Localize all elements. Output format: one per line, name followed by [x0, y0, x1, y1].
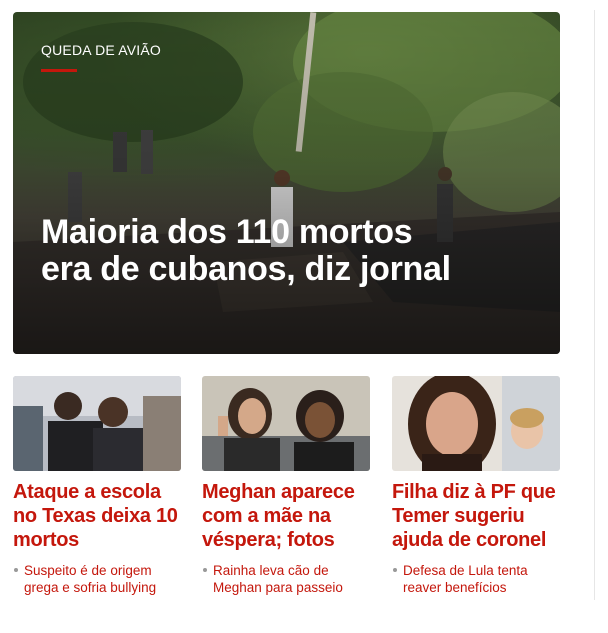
card-thumbnail[interactable] — [392, 376, 560, 471]
news-card[interactable]: Filha diz à PF que Temer sugeriu ajuda d… — [392, 376, 560, 596]
card-thumbnail[interactable] — [202, 376, 370, 471]
card-related-text: Defesa de Lula tenta reaver benefícios — [403, 563, 528, 595]
card-related-link[interactable]: Defesa de Lula tenta reaver benefícios — [392, 562, 560, 596]
bullet-icon — [14, 568, 18, 572]
card-related-text: Rainha leva cão de Meghan para passeio — [213, 563, 343, 595]
card-headline[interactable]: Filha diz à PF que Temer sugeriu ajuda d… — [392, 480, 560, 552]
card-headline[interactable]: Meghan aparece com a mãe na véspera; fot… — [202, 480, 370, 552]
card-thumbnail[interactable] — [13, 376, 181, 471]
hero-headline[interactable]: Maioria dos 110 mortos era de cubanos, d… — [41, 214, 461, 288]
hero-overlay — [13, 12, 560, 354]
card-headline[interactable]: Ataque a escola no Texas deixa 10 mortos — [13, 480, 181, 552]
hero-story[interactable]: QUEDA DE AVIÃO Maioria dos 110 mortos er… — [13, 12, 560, 354]
news-card[interactable]: Meghan aparece com a mãe na véspera; fot… — [202, 376, 370, 596]
news-card[interactable]: Ataque a escola no Texas deixa 10 mortos… — [13, 376, 181, 596]
card-related-link[interactable]: Suspeito é de origem grega e sofria bull… — [13, 562, 181, 596]
hero-section-tag: QUEDA DE AVIÃO — [41, 42, 162, 58]
card-related-text: Suspeito é de origem grega e sofria bull… — [24, 563, 157, 595]
hero-accent-rule — [41, 69, 77, 72]
bullet-icon — [393, 568, 397, 572]
column-divider — [594, 10, 595, 600]
bullet-icon — [203, 568, 207, 572]
card-related-link[interactable]: Rainha leva cão de Meghan para passeio — [202, 562, 370, 596]
